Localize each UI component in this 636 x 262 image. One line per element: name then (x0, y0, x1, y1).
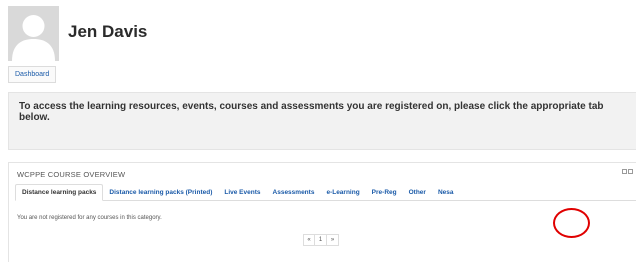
notice-text: To access the learning resources, events… (19, 101, 604, 123)
user-name: Jen Davis (68, 22, 148, 41)
tab-live-events[interactable]: Live Events (218, 184, 266, 201)
dock-icon[interactable] (628, 169, 633, 174)
pager-prev-button[interactable]: « (303, 234, 315, 246)
breadcrumb-dashboard-link[interactable]: Dashboard (15, 70, 49, 79)
tab-e-learning[interactable]: e-Learning (320, 184, 365, 201)
tab-assessments[interactable]: Assessments (267, 184, 321, 201)
tab-other[interactable]: Other (403, 184, 432, 201)
course-tabs: Distance learning packs Distance learnin… (15, 184, 636, 201)
user-avatar-icon (8, 6, 59, 61)
collapse-icon[interactable] (622, 169, 627, 174)
instruction-notice: To access the learning resources, events… (8, 92, 636, 150)
block-title: WCPPE COURSE OVERVIEW (17, 170, 126, 179)
pager-page-1[interactable]: 1 (315, 234, 327, 246)
tab-nesa[interactable]: Nesa (432, 184, 460, 201)
annotation-circle (553, 208, 590, 238)
tab-distance-learning-packs-printed[interactable]: Distance learning packs (Printed) (103, 184, 218, 201)
pagination: « 1 » (303, 234, 339, 246)
empty-courses-message: You are not registered for any courses i… (17, 215, 162, 221)
pager-next-button[interactable]: » (327, 234, 339, 246)
block-controls (622, 169, 633, 174)
tab-pre-reg[interactable]: Pre-Reg (366, 184, 403, 201)
page: Jen Davis Dashboard To access the learni… (0, 0, 636, 262)
tab-distance-learning-packs[interactable]: Distance learning packs (15, 184, 104, 201)
breadcrumb: Dashboard (8, 66, 57, 83)
course-overview-block: WCPPE COURSE OVERVIEW Distance learning … (8, 162, 636, 262)
